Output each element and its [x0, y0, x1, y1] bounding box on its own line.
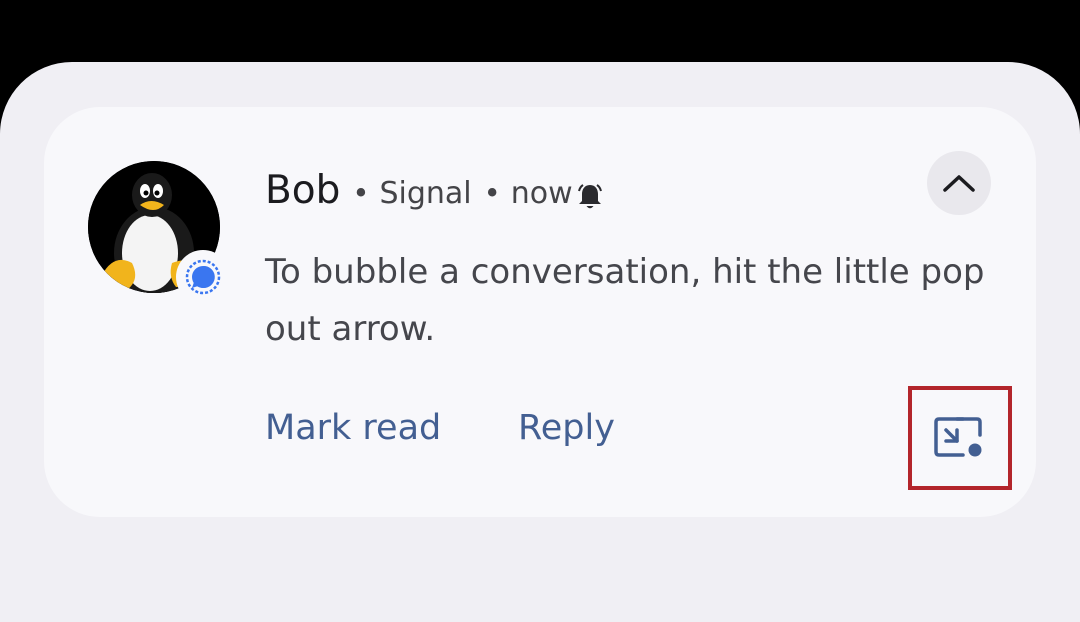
mark-read-button[interactable]: Mark read: [265, 408, 441, 448]
separator-dot: •: [483, 176, 501, 210]
sender-name: Bob: [265, 168, 341, 213]
bubble-button[interactable]: [908, 386, 1012, 490]
timestamp: now: [510, 176, 573, 211]
collapse-button[interactable]: [927, 151, 991, 215]
separator-dot: •: [352, 176, 370, 210]
app-name: Signal: [379, 176, 472, 211]
notification-header: Bob • Signal • now: [265, 168, 573, 224]
bubble-popout-icon: [934, 417, 982, 457]
signal-app-icon: [176, 250, 230, 304]
reply-button[interactable]: Reply: [518, 408, 615, 448]
message-text: To bubble a conversation, hit the little…: [265, 252, 985, 349]
bell-icon: [575, 182, 605, 212]
chevron-up-icon: [943, 175, 975, 192]
